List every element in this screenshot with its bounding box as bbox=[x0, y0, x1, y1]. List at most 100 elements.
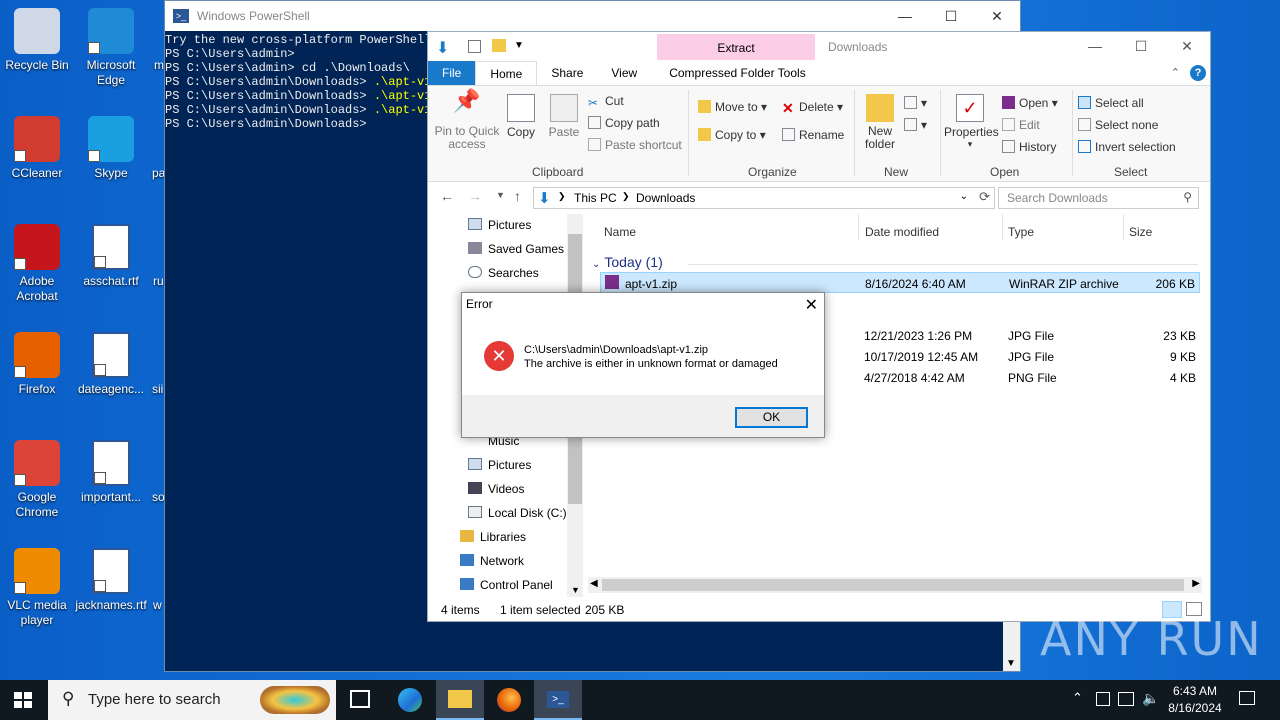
desktop-icon[interactable]: asschat.rtf bbox=[74, 224, 148, 289]
minimize-button[interactable]: — bbox=[882, 8, 928, 25]
chevron-down-icon: ⌄ bbox=[592, 259, 601, 270]
error-dialog[interactable]: Error ✕ ✕ C:\Users\admin\Downloads\apt-v… bbox=[461, 292, 825, 438]
volume-icon[interactable]: 🔈 bbox=[1142, 690, 1159, 707]
close-icon[interactable]: ✕ bbox=[805, 295, 818, 315]
copy-path-button[interactable]: Copy path bbox=[588, 116, 660, 130]
move-to-button[interactable]: Move to ▾ bbox=[698, 100, 767, 114]
desktop-icon[interactable]: CCleaner bbox=[0, 116, 74, 181]
nav-item-pictures[interactable]: Pictures bbox=[468, 458, 531, 472]
address-dropdown-icon[interactable]: ⌄ bbox=[960, 191, 968, 202]
cut-button[interactable]: ✂ Cut bbox=[588, 94, 624, 110]
group-new: New bbox=[884, 165, 909, 179]
task-view-icon[interactable] bbox=[350, 690, 370, 708]
paste-button[interactable]: Paste bbox=[546, 94, 582, 139]
nav-item-pictures[interactable]: Pictures bbox=[468, 218, 531, 232]
clock[interactable]: 6:43 AM 8/16/2024 bbox=[1160, 683, 1230, 717]
rename-button[interactable]: Rename bbox=[782, 128, 844, 142]
address-bar[interactable]: ⬇ ❯ This PC ❯ Downloads ⌄ ⟳ bbox=[533, 187, 995, 209]
nav-item-control-panel[interactable]: Control Panel bbox=[460, 578, 553, 592]
ok-button[interactable]: OK bbox=[735, 407, 808, 428]
desktop-icon[interactable]: VLC media player bbox=[0, 548, 74, 628]
desktop-icon[interactable]: jacknames.rtf bbox=[74, 548, 148, 613]
tab-home[interactable]: Home bbox=[475, 61, 538, 85]
desktop-icon[interactable]: dateagenc... bbox=[74, 332, 148, 397]
group-header[interactable]: ⌄ Today (1) bbox=[592, 254, 663, 270]
select-all-button[interactable]: Select all bbox=[1078, 96, 1144, 110]
pin-quick-access-button[interactable]: 📌 Pin to Quick access bbox=[434, 90, 500, 151]
minimize-button[interactable]: — bbox=[1072, 32, 1118, 62]
explorer-titlebar[interactable]: ⬇ ▼ Extract Downloads — ☐ ✕ bbox=[428, 32, 1210, 62]
search-input[interactable]: Search Downloads ⚲ bbox=[998, 187, 1199, 209]
column-date-modified[interactable]: Date modified bbox=[865, 225, 939, 239]
select-none-button[interactable]: Select none bbox=[1078, 118, 1158, 132]
tab-file[interactable]: File bbox=[428, 61, 476, 85]
up-icon[interactable]: ↑ bbox=[514, 188, 521, 204]
start-button[interactable] bbox=[14, 692, 32, 708]
nav-item-videos[interactable]: Videos bbox=[468, 482, 524, 496]
column-name[interactable]: Name bbox=[604, 225, 636, 239]
desktop-icon[interactable]: Skype bbox=[74, 116, 148, 181]
open-button[interactable]: Open ▾ bbox=[1002, 96, 1058, 110]
desktop-icon-label: Google Chrome bbox=[15, 490, 59, 519]
desktop-icon[interactable]: Recycle Bin bbox=[0, 8, 74, 73]
copy-path-icon bbox=[588, 116, 601, 129]
file-type: PNG File bbox=[1008, 371, 1057, 385]
column-type[interactable]: Type bbox=[1008, 225, 1034, 239]
horizontal-scrollbar[interactable]: ◀ ▶ bbox=[588, 577, 1202, 593]
breadcrumb-downloads[interactable]: Downloads bbox=[636, 191, 695, 205]
taskbar-search-input[interactable]: ⚲ Type here to search bbox=[48, 680, 336, 720]
recent-dropdown-icon[interactable]: ▼ bbox=[496, 190, 505, 200]
ribbon-collapse-icon[interactable]: ⌃ bbox=[1171, 66, 1180, 79]
edge-icon[interactable] bbox=[398, 688, 422, 712]
nav-item-local-disk[interactable]: Local Disk (C:) bbox=[468, 506, 567, 520]
paste-shortcut-button[interactable]: Paste shortcut bbox=[588, 138, 682, 152]
desktop-icon[interactable]: important... bbox=[74, 440, 148, 505]
new-folder-button[interactable]: New folder bbox=[860, 94, 900, 151]
forward-icon[interactable]: → bbox=[468, 188, 482, 204]
properties-button[interactable]: ✓ Properties ▾ bbox=[944, 94, 999, 150]
tab-compressed-folder-tools[interactable]: Compressed Folder Tools bbox=[655, 61, 820, 85]
nav-item-saved-games[interactable]: Saved Games bbox=[468, 242, 564, 256]
qat-dropdown-icon[interactable]: ▼ bbox=[514, 40, 524, 51]
taskbar-explorer[interactable] bbox=[436, 680, 484, 720]
notification-icon[interactable] bbox=[1239, 691, 1255, 705]
refresh-icon[interactable]: ⟳ bbox=[979, 189, 990, 205]
extract-context-tab[interactable]: Extract bbox=[657, 34, 815, 60]
taskbar-powershell[interactable]: >_ bbox=[534, 680, 582, 720]
desktop-icon[interactable]: Microsoft Edge bbox=[74, 8, 148, 88]
back-icon[interactable]: ← bbox=[440, 188, 454, 204]
new-item-button[interactable]: ▾ bbox=[904, 96, 927, 110]
copy-button[interactable]: Copy bbox=[504, 94, 538, 139]
winrar-icon bbox=[1002, 96, 1015, 109]
copy-to-button[interactable]: Copy to ▾ bbox=[698, 128, 766, 142]
close-button[interactable]: ✕ bbox=[974, 8, 1020, 25]
powershell-titlebar[interactable]: >_ Windows PowerShell — ☐ ✕ bbox=[165, 1, 1020, 31]
nav-item-searches[interactable]: Searches bbox=[468, 266, 539, 280]
tray-app-icon[interactable] bbox=[1096, 692, 1110, 706]
close-button[interactable]: ✕ bbox=[1164, 32, 1210, 62]
nav-item-network[interactable]: Network bbox=[460, 554, 524, 568]
tab-view[interactable]: View bbox=[597, 61, 651, 85]
help-icon[interactable]: ? bbox=[1190, 65, 1206, 81]
maximize-button[interactable]: ☐ bbox=[1118, 32, 1164, 62]
breadcrumb-this-pc[interactable]: This PC bbox=[574, 191, 617, 205]
table-row[interactable]: apt-v1.zip 8/16/2024 6:40 AM WinRAR ZIP … bbox=[600, 272, 1200, 293]
invert-selection-button[interactable]: Invert selection bbox=[1078, 140, 1176, 154]
easy-access-button[interactable]: ▾ bbox=[904, 118, 927, 132]
chevron-up-icon[interactable]: ⌃ bbox=[1072, 690, 1083, 706]
history-button[interactable]: History bbox=[1002, 140, 1056, 154]
delete-button[interactable]: ✕ Delete ▾ bbox=[782, 100, 843, 116]
firefox-icon[interactable] bbox=[497, 688, 521, 712]
tab-share[interactable]: Share bbox=[537, 61, 597, 85]
edit-button[interactable]: Edit bbox=[1002, 118, 1040, 132]
nav-item-libraries[interactable]: Libraries bbox=[460, 530, 526, 544]
desktop-icon[interactable]: Adobe Acrobat bbox=[0, 224, 74, 304]
column-size[interactable]: Size bbox=[1129, 225, 1152, 239]
desktop-icon[interactable]: Firefox bbox=[0, 332, 74, 397]
download-arrow-icon[interactable]: ⬇ bbox=[436, 38, 449, 58]
maximize-button[interactable]: ☐ bbox=[928, 8, 974, 25]
folder-qat-icon[interactable] bbox=[492, 39, 506, 52]
network-icon[interactable] bbox=[1118, 692, 1134, 706]
properties-qat-icon[interactable] bbox=[468, 40, 481, 53]
desktop-icon[interactable]: Google Chrome bbox=[0, 440, 74, 520]
